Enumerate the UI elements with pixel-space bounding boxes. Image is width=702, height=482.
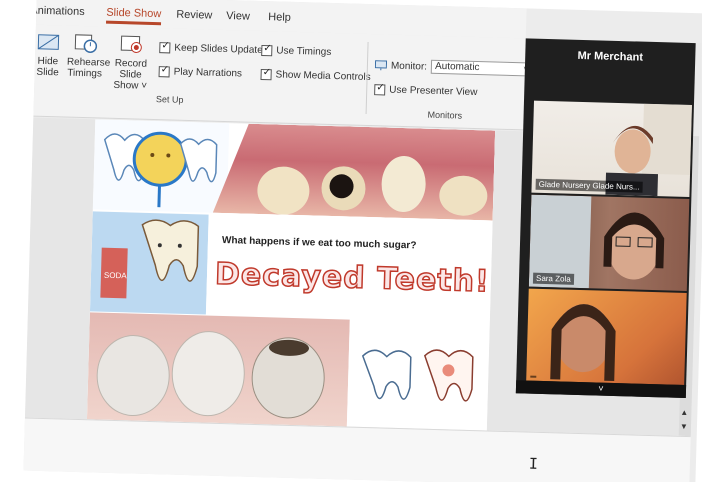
tab-help[interactable]: Help [268, 11, 291, 24]
cartoon-teeth-panel [92, 119, 230, 214]
monitors-group-label: Monitors [427, 109, 463, 121]
soda-tooth-cartoon: SODA [89, 211, 209, 315]
decayed-tooth-photo [213, 123, 495, 221]
record-slide-show-button[interactable]: Record Slide Show ˅ [106, 33, 156, 92]
ribbon: Hide Slide Rehearse Timings Record Slide… [30, 24, 532, 131]
participant-tile[interactable] [526, 288, 687, 385]
participant-tile[interactable]: Glade Nursery Glade Nurs... [531, 100, 692, 198]
tab-view[interactable]: View [226, 10, 250, 23]
monitor-selector[interactable]: Monitor: Automatic˅ [374, 58, 532, 77]
use-presenter-view-label: Use Presenter View [389, 84, 478, 99]
show-media-controls-checkbox[interactable]: Show Media Controls [260, 68, 371, 84]
participant-name: Sara Zola [532, 272, 574, 285]
tooth-photo-image [213, 123, 495, 221]
monitor-label: Monitor: [390, 60, 428, 73]
checkbox-checked [158, 66, 170, 78]
play-narrations-checkbox[interactable]: Play Narrations [158, 66, 243, 80]
hide-slide-button[interactable]: Hide Slide [30, 31, 65, 79]
tab-animations[interactable]: Animations [30, 5, 85, 19]
use-timings-label: Use Timings [276, 45, 332, 58]
scroll-down-icon[interactable]: ▼ [680, 422, 688, 431]
rehearse-timings-icon [74, 34, 98, 53]
use-timings-checkbox[interactable]: Use Timings [261, 45, 331, 58]
sad-molars-image [86, 312, 350, 427]
keep-slides-updated-checkbox[interactable]: Keep Slides Updated [159, 42, 268, 56]
participant-tile[interactable]: Sara Zola [528, 194, 690, 291]
zoom-video-window: Mr Merchant Glade Nursery Glade Nurs... … [515, 38, 696, 398]
record-slide-show-label: Record Slide Show ˅ [113, 57, 148, 92]
crying-teeth-image [361, 349, 474, 402]
slide[interactable]: SODA What happens if we eat too much sug… [86, 119, 496, 431]
checkbox-checked [159, 42, 171, 54]
participant-name [530, 375, 537, 378]
zoom-host-name: Mr Merchant [577, 49, 644, 64]
keep-slides-updated-label: Keep Slides Updated [174, 42, 269, 57]
use-presenter-view-checkbox[interactable]: Use Presenter View [374, 84, 478, 99]
tab-slide-show[interactable]: Slide Show [106, 7, 161, 21]
soda-label: SODA [104, 271, 128, 281]
crying-teeth-cartoon [346, 319, 490, 431]
play-narrations-label: Play Narrations [173, 66, 243, 80]
powerpoint-window: Animations Slide Show Review View Help H… [23, 0, 702, 482]
slide-title: Decayed Teeth! [214, 256, 491, 300]
slide-question: What happens if we eat too much sugar? [221, 234, 417, 252]
show-media-controls-label: Show Media Controls [275, 69, 371, 84]
soda-tooth-image: SODA [100, 219, 200, 299]
chevron-down-icon: ˅ [598, 383, 604, 394]
monitor-value: Automatic [434, 60, 480, 74]
text-cursor-icon: I [528, 454, 539, 473]
monitor-icon [374, 60, 388, 71]
rehearse-timings-label: Rehearse Timings [66, 56, 111, 80]
tab-review[interactable]: Review [176, 9, 212, 22]
checkbox-checked [374, 84, 386, 96]
scroll-up-icon[interactable]: ▲ [680, 408, 688, 417]
record-icon [120, 35, 142, 54]
cartoon-teeth-image [103, 131, 218, 208]
participant-video [550, 304, 616, 381]
hide-slide-label: Hide Slide [36, 55, 59, 79]
hide-slide-icon [37, 34, 60, 50]
monitor-dropdown[interactable]: Automatic˅ [430, 59, 532, 77]
setup-group-label: Set Up [155, 94, 184, 105]
molars-image [96, 331, 325, 419]
slide-text-panel: What happens if we eat too much sugar? D… [205, 214, 493, 323]
checkbox-checked [261, 45, 273, 57]
rehearse-timings-button[interactable]: Rehearse Timings [64, 32, 111, 80]
checkbox-checked [260, 68, 272, 81]
